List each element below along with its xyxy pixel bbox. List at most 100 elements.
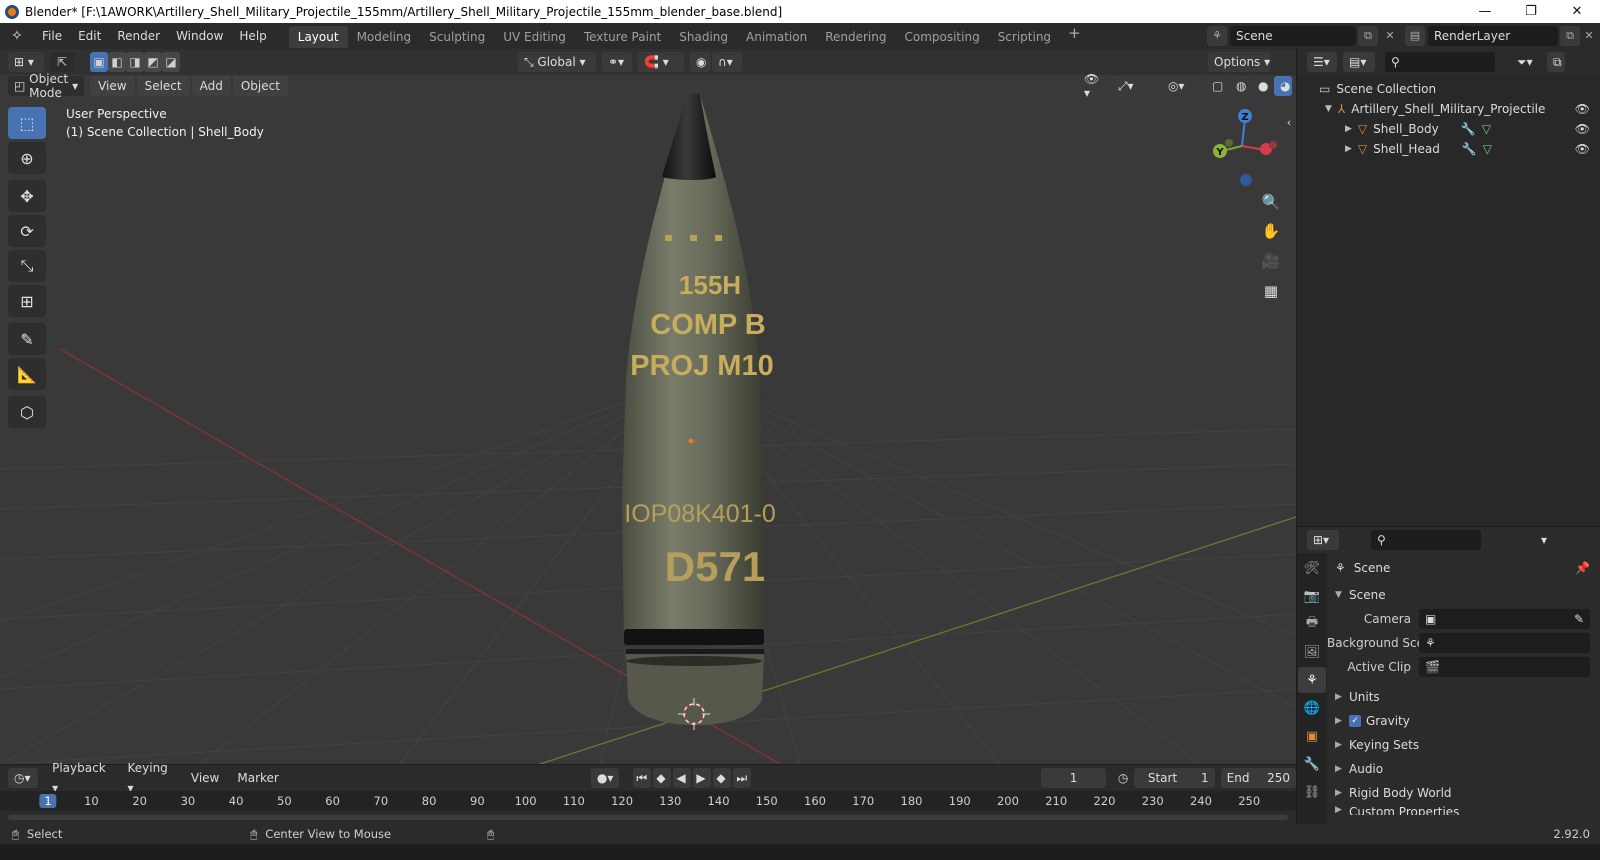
menu-view[interactable]: View	[90, 76, 135, 96]
properties-options-icon[interactable]: ▾	[1535, 530, 1555, 550]
auto-keying-icon[interactable]: ●▾	[590, 768, 620, 788]
pivot-point-dropdown[interactable]: ⚭▾	[602, 52, 632, 72]
constraints-tab-icon[interactable]: ⛓	[1298, 779, 1326, 805]
tab-layout[interactable]: Layout	[288, 26, 348, 48]
camera-field[interactable]: ▣ ✎	[1419, 609, 1590, 629]
play-reverse-icon[interactable]: ◀	[673, 768, 692, 788]
next-keyframe-icon[interactable]: ◆	[713, 768, 732, 788]
select-box-tool-icon[interactable]: ⬚	[8, 107, 46, 139]
view-layer-browse-icon[interactable]: ▤	[1405, 26, 1425, 46]
select-invert-icon[interactable]: ◩	[144, 52, 162, 72]
visibility-eye-icon[interactable]: 👁	[1575, 142, 1590, 156]
menu-timeline-view[interactable]: View	[183, 768, 227, 788]
rigid-body-world-panel[interactable]: ▶ Rigid Body World	[1327, 781, 1600, 805]
add-workspace-icon[interactable]: +	[1060, 24, 1089, 48]
render-tab-icon[interactable]: 📷	[1298, 583, 1326, 609]
menu-object[interactable]: Object	[232, 76, 288, 96]
new-view-layer-icon[interactable]: ⧉	[1560, 26, 1580, 46]
cursor-tool-icon[interactable]: ⊕	[8, 142, 46, 174]
visibility-dropdown[interactable]: 👁▾	[1077, 72, 1108, 100]
frame-ruler[interactable]: 1 10 20 30 40 50 60 70 80 90 100 110 120 130 140 150 160…	[0, 791, 1296, 811]
scene-browse-icon[interactable]: ⚘	[1207, 26, 1227, 46]
menu-add[interactable]: Add	[191, 76, 231, 96]
falloff-dropdown[interactable]: ∩▾	[712, 52, 742, 72]
output-tab-icon[interactable]: 🖶	[1298, 611, 1326, 637]
menu-help[interactable]: Help	[231, 23, 274, 49]
restore-button[interactable]: ❐	[1508, 4, 1554, 19]
tab-rendering[interactable]: Rendering	[816, 26, 895, 48]
xray-toggle-icon[interactable]: ▢	[1205, 76, 1226, 96]
filter-dropdown-icon[interactable]: ⏷▾	[1511, 52, 1541, 72]
menu-select[interactable]: Select	[136, 76, 190, 96]
rotate-tool-icon[interactable]: ⟳	[8, 215, 46, 247]
tab-animation[interactable]: Animation	[737, 26, 816, 48]
options-dropdown[interactable]: Options ▾	[1208, 52, 1270, 72]
annotate-tool-icon[interactable]: ✎	[8, 323, 46, 355]
delete-scene-icon[interactable]: ✕	[1380, 26, 1400, 46]
gravity-panel[interactable]: ▶ ✓ Gravity	[1327, 709, 1600, 733]
close-button[interactable]: ✕	[1554, 4, 1600, 19]
3d-viewport[interactable]: 155H COMP B PROJ M10 IOP08K401-0 D571 Z …	[0, 49, 1296, 764]
minimize-button[interactable]: —	[1462, 4, 1508, 19]
wireframe-shading-icon[interactable]: ◍	[1229, 76, 1248, 96]
pan-hand-icon[interactable]: ✋	[1258, 218, 1284, 244]
tab-modeling[interactable]: Modeling	[348, 26, 421, 48]
current-frame-field[interactable]: 1	[1041, 768, 1106, 788]
outliner-row-scene-collection[interactable]: ▭ Scene Collection	[1297, 79, 1600, 99]
properties-editor-type-icon[interactable]: ⊞▾	[1307, 530, 1339, 550]
transform-tool-icon[interactable]: ⊞	[8, 285, 46, 317]
start-frame-field[interactable]: Start 1	[1133, 768, 1215, 788]
delete-view-layer-icon[interactable]: ✕	[1580, 26, 1598, 46]
scene-section-header[interactable]: ▼ Scene	[1327, 583, 1600, 607]
move-tool-icon[interactable]: ✥	[8, 180, 46, 212]
eyedropper-icon[interactable]: ✎	[1574, 612, 1584, 626]
tab-compositing[interactable]: Compositing	[895, 26, 988, 48]
outliner-row-collection[interactable]: ▼ ⅄ Artillery_Shell_Military_Projectile …	[1297, 99, 1600, 119]
prev-keyframe-icon[interactable]: ◆	[653, 768, 672, 788]
material-shading-icon[interactable]: ◕	[1273, 76, 1292, 96]
jump-end-icon[interactable]: ⏭	[733, 768, 752, 788]
scene-selector[interactable]: Scene	[1230, 26, 1356, 46]
timeline-editor-type-icon[interactable]: ◷▾	[8, 768, 39, 788]
sidebar-toggle-icon[interactable]: ‹	[1282, 109, 1296, 135]
active-clip-field[interactable]: 🎬	[1419, 657, 1590, 677]
proportional-edit-icon[interactable]: ◉	[690, 52, 710, 72]
add-cube-tool-icon[interactable]: ⬡	[8, 396, 46, 428]
tab-scripting[interactable]: Scripting	[989, 26, 1060, 48]
gravity-checkbox[interactable]: ✓	[1349, 715, 1361, 727]
pin-icon[interactable]: 📌	[1575, 561, 1590, 575]
ortho-grid-icon[interactable]: ▦	[1258, 278, 1284, 304]
editor-type-selector[interactable]: ⊞ ▾	[8, 52, 44, 72]
properties-search-input[interactable]: ⚲	[1371, 530, 1481, 550]
scale-tool-icon[interactable]: ⤡	[8, 250, 46, 282]
orientation-dropdown[interactable]: ⤡ Global ▾	[518, 52, 596, 72]
new-scene-icon[interactable]: ⧉	[1358, 26, 1378, 46]
keying-sets-panel[interactable]: ▶ Keying Sets	[1327, 733, 1600, 757]
select-new-icon[interactable]: ▣	[90, 52, 108, 72]
scene-tab-icon[interactable]: ⚘	[1298, 667, 1326, 693]
jump-start-icon[interactable]: ⏮	[633, 768, 652, 788]
select-intersect-icon[interactable]: ◪	[162, 52, 180, 72]
outliner-search-input[interactable]: ⚲	[1385, 52, 1495, 72]
zoom-icon[interactable]: 🔍	[1258, 189, 1284, 215]
menu-window[interactable]: Window	[168, 23, 231, 49]
outliner-row-shell-head[interactable]: ▶ ▽ Shell_Head 🔧 ▽ 👁	[1297, 139, 1600, 159]
expand-arrow-icon[interactable]: ▶	[1345, 124, 1352, 134]
outliner-editor-type-icon[interactable]: ☰▾	[1307, 52, 1337, 72]
tool-tab-icon[interactable]: 🛠	[1298, 555, 1326, 581]
outliner-row-shell-body[interactable]: ▶ ▽ Shell_Body 🔧 ▽ 👁	[1297, 119, 1600, 139]
tab-sculpting[interactable]: Sculpting	[420, 26, 494, 48]
play-icon[interactable]: ▶	[693, 768, 712, 788]
visibility-eye-icon[interactable]: 👁	[1575, 102, 1590, 116]
timeline-scrollbar[interactable]	[8, 815, 1288, 820]
overlays-dropdown[interactable]: ◎▾	[1161, 76, 1202, 96]
tab-shading[interactable]: Shading	[670, 26, 737, 48]
visibility-eye-icon[interactable]: 👁	[1575, 122, 1590, 136]
custom-properties-panel[interactable]: ▶ Custom Properties	[1327, 805, 1600, 815]
background-scene-field[interactable]: ⚘	[1419, 633, 1590, 653]
expand-arrow-icon[interactable]: ▼	[1325, 104, 1332, 114]
end-frame-field[interactable]: End 250	[1220, 768, 1297, 788]
menu-file[interactable]: File	[34, 23, 70, 49]
view-layer-tab-icon[interactable]: 🖼	[1298, 639, 1326, 665]
audio-panel[interactable]: ▶ Audio	[1327, 757, 1600, 781]
